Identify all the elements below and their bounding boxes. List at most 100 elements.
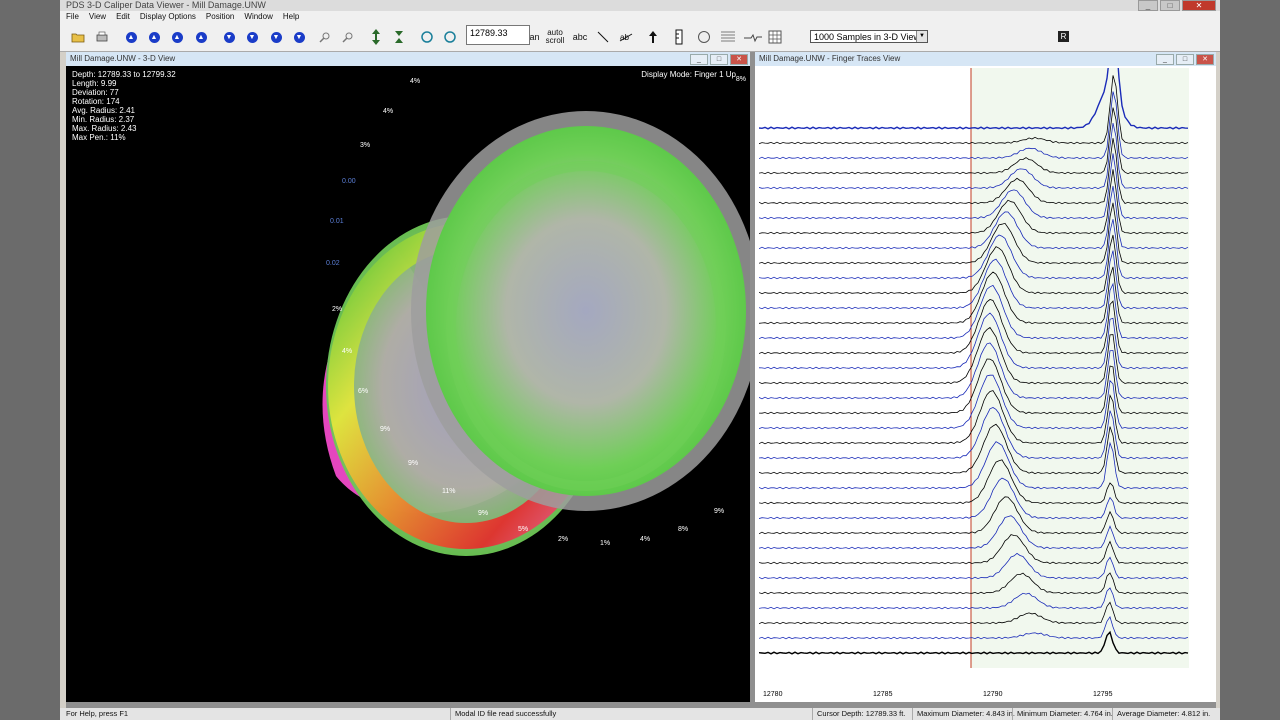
arrow-up-icon[interactable]	[646, 27, 660, 47]
close-button[interactable]: ✕	[1182, 0, 1216, 11]
corner-percent-label: 8%	[735, 76, 746, 83]
info-length: Length: 9.99	[72, 79, 117, 88]
info-avg-radius: Avg. Radius: 2.41	[72, 106, 136, 115]
pen-label: 8%	[678, 526, 689, 533]
maximize-button[interactable]: □	[1160, 0, 1180, 11]
radius-scale-label: 0.01	[330, 218, 344, 225]
scroll-down-step-icon[interactable]: ▼	[222, 27, 236, 47]
samples-select-value: 1000 Samples in 3-D View	[814, 32, 920, 42]
info-max-radius: Max. Radius: 2.43	[72, 124, 137, 133]
mdi-workspace: Mill Damage.UNW - 3-D View _ □ ✕ Depth: …	[66, 52, 1216, 708]
menu-display-options[interactable]: Display Options	[140, 11, 196, 23]
samples-select[interactable]: 1000 Samples in 3-D View ▼	[810, 30, 928, 43]
traces-minimize-button[interactable]: _	[1156, 54, 1174, 65]
application-window: PDS 3-D Caliper Data Viewer - Mill Damag…	[60, 0, 1220, 720]
chevron-down-icon[interactable]: ▼	[916, 31, 927, 42]
scroll-down-fast-icon[interactable]: ▼	[292, 27, 306, 47]
title-bar: PDS 3-D Caliper Data Viewer - Mill Damag…	[60, 0, 1220, 11]
traces-maximize-button[interactable]: □	[1176, 54, 1194, 65]
radius-scale-label: 0.02	[326, 260, 340, 267]
pen-label: 5%	[518, 526, 529, 533]
finger-traces-panel[interactable]: 12780 12785 12790 12795	[755, 66, 1216, 702]
pen-label: 4%	[383, 108, 394, 115]
minimize-button[interactable]: _	[1138, 0, 1158, 11]
status-max-diameter: Maximum Diameter: 4.843 in.	[912, 708, 1015, 720]
print-icon[interactable]	[94, 27, 110, 47]
pen-label: 9%	[380, 426, 391, 433]
pen-label: 9%	[478, 510, 489, 517]
view-3d-maximize-button[interactable]: □	[710, 54, 728, 65]
r-button[interactable]: R	[1058, 31, 1069, 42]
abc-text-button[interactable]: abc	[570, 27, 590, 47]
menu-bar: File View Edit Display Options Position …	[60, 11, 1220, 23]
grid-icon[interactable]	[767, 27, 783, 47]
scroll-down-small-icon[interactable]: ▼	[245, 27, 259, 47]
sketch-icon[interactable]	[742, 27, 764, 47]
depth-input[interactable]: 12789.33	[466, 25, 530, 45]
rotate-right-icon[interactable]	[443, 27, 457, 47]
traces-close-button[interactable]: ✕	[1196, 54, 1214, 65]
line-tool-icon[interactable]	[595, 27, 611, 47]
status-bar: For Help, press F1 Modal ID file read su…	[60, 708, 1220, 720]
x-tick-label: 12795	[1093, 691, 1113, 698]
circle-view-icon[interactable]	[696, 27, 712, 47]
trace-lines-icon[interactable]	[719, 27, 737, 47]
menu-position[interactable]: Position	[206, 11, 234, 23]
ruler-icon[interactable]	[672, 27, 686, 47]
pen-label: 6%	[358, 388, 369, 395]
info-rotation: Rotation: 174	[72, 97, 120, 106]
pen-label: 2%	[558, 536, 569, 543]
menu-edit[interactable]: Edit	[116, 11, 130, 23]
open-folder-icon[interactable]	[70, 27, 86, 47]
status-help: For Help, press F1	[66, 709, 129, 718]
scroll-up-fast-icon[interactable]: ▲	[124, 27, 138, 47]
status-avg-diameter: Average Diameter: 4.812 in.	[1112, 708, 1210, 720]
caliper-3d-render[interactable]	[66, 66, 750, 702]
zoom-in-icon[interactable]	[318, 27, 332, 47]
x-tick-label: 12785	[873, 691, 893, 698]
x-tick-label: 12780	[763, 691, 783, 698]
scroll-up-small-icon[interactable]: ▲	[170, 27, 184, 47]
view-3d-minimize-button[interactable]: _	[690, 54, 708, 65]
pen-label: 4%	[410, 78, 421, 85]
scroll-up-step-icon[interactable]: ▲	[194, 27, 208, 47]
zoom-out-icon[interactable]	[341, 27, 355, 47]
pen-label: 2%	[332, 306, 343, 313]
scroll-up-icon[interactable]: ▲	[147, 27, 161, 47]
status-message: Modal ID file read successfully	[450, 708, 556, 720]
info-deviation: Deviation: 77	[72, 88, 119, 97]
view-3d-title: Mill Damage.UNW - 3-D View	[70, 54, 176, 63]
pen-label: 11%	[442, 488, 456, 495]
menu-window[interactable]: Window	[244, 11, 272, 23]
compress-vertical-icon[interactable]	[392, 27, 406, 47]
status-min-diameter: Minimum Diameter: 4.764 in.	[1012, 708, 1113, 720]
finger-traces-plot[interactable]	[759, 68, 1189, 668]
menu-file[interactable]: File	[66, 11, 79, 23]
toolbar: ▲ ▲ ▲ ▲ ▼ ▼ ▼ ▼ scan auto scroll abc	[60, 23, 1220, 52]
menu-view[interactable]: View	[89, 11, 106, 23]
expand-vertical-icon[interactable]	[369, 27, 383, 47]
x-tick-label: 12790	[983, 691, 1003, 698]
menu-help[interactable]: Help	[283, 11, 299, 23]
strike-text-icon[interactable]: ab	[618, 27, 634, 47]
info-max-pen: Max Pen.: 11%	[72, 133, 126, 142]
scroll-down-icon[interactable]: ▼	[269, 27, 283, 47]
pen-label: 9%	[408, 460, 419, 467]
pen-label: 4%	[640, 536, 651, 543]
view-3d-info: Depth: 12789.33 to 12799.32 Length: 9.99…	[72, 70, 176, 142]
rotate-left-icon[interactable]	[420, 27, 434, 47]
info-min-radius: Min. Radius: 2.37	[72, 115, 135, 124]
pen-label: 9%	[714, 508, 725, 515]
finger-traces-title: Mill Damage.UNW - Finger Traces View	[759, 54, 901, 63]
finger-traces-window: Mill Damage.UNW - Finger Traces View _ □…	[755, 52, 1216, 702]
view-3d-close-button[interactable]: ✕	[730, 54, 748, 65]
info-depth: Depth: 12789.33 to 12799.32	[72, 70, 176, 79]
auto-scroll-button[interactable]: auto scroll	[543, 27, 567, 47]
finger-traces-titlebar: Mill Damage.UNW - Finger Traces View _ □…	[755, 52, 1216, 66]
view-3d-window: Mill Damage.UNW - 3-D View _ □ ✕ Depth: …	[66, 52, 750, 702]
status-cursor-depth: Cursor Depth: 12789.33 ft.	[812, 708, 905, 720]
window-title: PDS 3-D Caliper Data Viewer - Mill Damag…	[66, 0, 266, 10]
pen-label: 4%	[342, 348, 353, 355]
radius-scale-label: 0.00	[342, 178, 356, 185]
view-3d-titlebar: Mill Damage.UNW - 3-D View _ □ ✕	[66, 52, 750, 66]
